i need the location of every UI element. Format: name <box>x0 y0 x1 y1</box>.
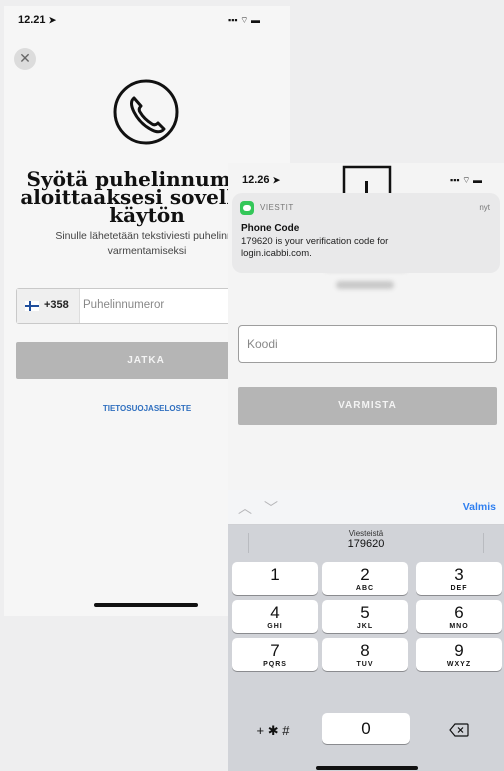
status-bar-time: 12.21 ➤ <box>18 14 57 26</box>
phone-placeholder: Puhelinnumeror <box>83 299 165 311</box>
key-5[interactable]: 5 JKL <box>322 600 408 633</box>
status-bar-time: 12.26 ➤ <box>242 174 281 186</box>
key-4[interactable]: 4 GHI <box>232 600 318 633</box>
home-indicator <box>94 603 198 607</box>
key-letters: ABC <box>355 585 375 592</box>
key-digit: 4 <box>270 603 280 622</box>
app-logo-icon <box>342 165 392 197</box>
keyboard-toolbar: ︿ ﹀ Valmis <box>228 490 504 525</box>
done-button[interactable]: Valmis <box>463 501 496 513</box>
country-selector[interactable]: +358 <box>17 289 80 323</box>
symbols-key[interactable]: + ✱ # <box>228 713 318 748</box>
key-digit: 5 <box>360 603 370 622</box>
key-letters: PQRS <box>263 661 287 668</box>
key-9[interactable]: 9 WXYZ <box>416 638 502 671</box>
finland-flag-icon <box>25 301 39 311</box>
status-icons: ▪▪▪ ⌔ ▬ <box>228 15 261 25</box>
key-digit: 2 <box>360 565 370 584</box>
verify-button[interactable]: VARMISTA <box>238 387 497 425</box>
key-6[interactable]: 6 MNO <box>416 600 502 633</box>
status-icons: ▪▪▪ ⌔ ▬ <box>450 175 483 185</box>
key-7[interactable]: 7 PQRS <box>232 638 318 671</box>
notification-app-name: VIESTIT <box>260 203 294 212</box>
blurred-subtitle <box>336 281 394 289</box>
notification-time: nyt <box>479 203 490 212</box>
home-indicator <box>316 766 418 770</box>
key-letters: JKL <box>356 623 374 630</box>
key-3[interactable]: 3 DEF <box>416 562 502 595</box>
key-digit: 9 <box>454 641 464 660</box>
notification-title: Phone Code <box>241 223 300 234</box>
country-code: +358 <box>44 299 69 311</box>
key-digit: 3 <box>454 565 464 584</box>
suggestion-source: Viesteistä <box>348 529 384 538</box>
notification-body-line1: 179620 is your verification code for <box>241 236 389 247</box>
verification-code-input[interactable]: Koodi <box>238 325 497 363</box>
backspace-icon[interactable] <box>449 723 469 737</box>
key-letters: WXYZ <box>446 661 472 668</box>
key-letters: GHI <box>267 623 283 630</box>
numeric-keyboard: ︿ ﹀ Valmis Viesteistä 179620 1 2 ABC 3 DEF 4 G… <box>228 490 504 771</box>
key-letters: TUV <box>356 661 374 668</box>
messages-app-icon <box>240 201 254 215</box>
verification-screen: 12.26 ➤ ▪▪▪ ⌔ ▬ VIESTIT nyt Phone Code 1… <box>228 163 504 771</box>
key-digit: 1 <box>270 565 280 584</box>
previous-field-chevron-icon[interactable]: ︿ <box>238 498 252 518</box>
key-digit: 6 <box>454 603 464 622</box>
key-letters: MNO <box>449 623 469 630</box>
suggestion-code: 179620 <box>347 538 385 550</box>
key-digit: 7 <box>270 641 280 660</box>
key-digit: 8 <box>360 641 370 660</box>
key-0[interactable]: 0 <box>322 713 410 744</box>
phone-icon <box>113 79 179 145</box>
key-1[interactable]: 1 <box>232 562 318 595</box>
key-letters: DEF <box>450 585 468 592</box>
code-placeholder: Koodi <box>247 337 278 351</box>
key-2[interactable]: 2 ABC <box>322 562 408 595</box>
key-8[interactable]: 8 TUV <box>322 638 408 671</box>
close-button[interactable]: ✕ <box>14 48 36 70</box>
autofill-suggestion[interactable]: Viesteistä 179620 <box>228 527 504 561</box>
next-field-chevron-icon[interactable]: ﹀ <box>264 498 278 518</box>
notification-body-line2: login.icabbi.com. <box>241 248 312 259</box>
sms-notification[interactable]: VIESTIT nyt Phone Code 179620 is your ve… <box>232 193 500 273</box>
